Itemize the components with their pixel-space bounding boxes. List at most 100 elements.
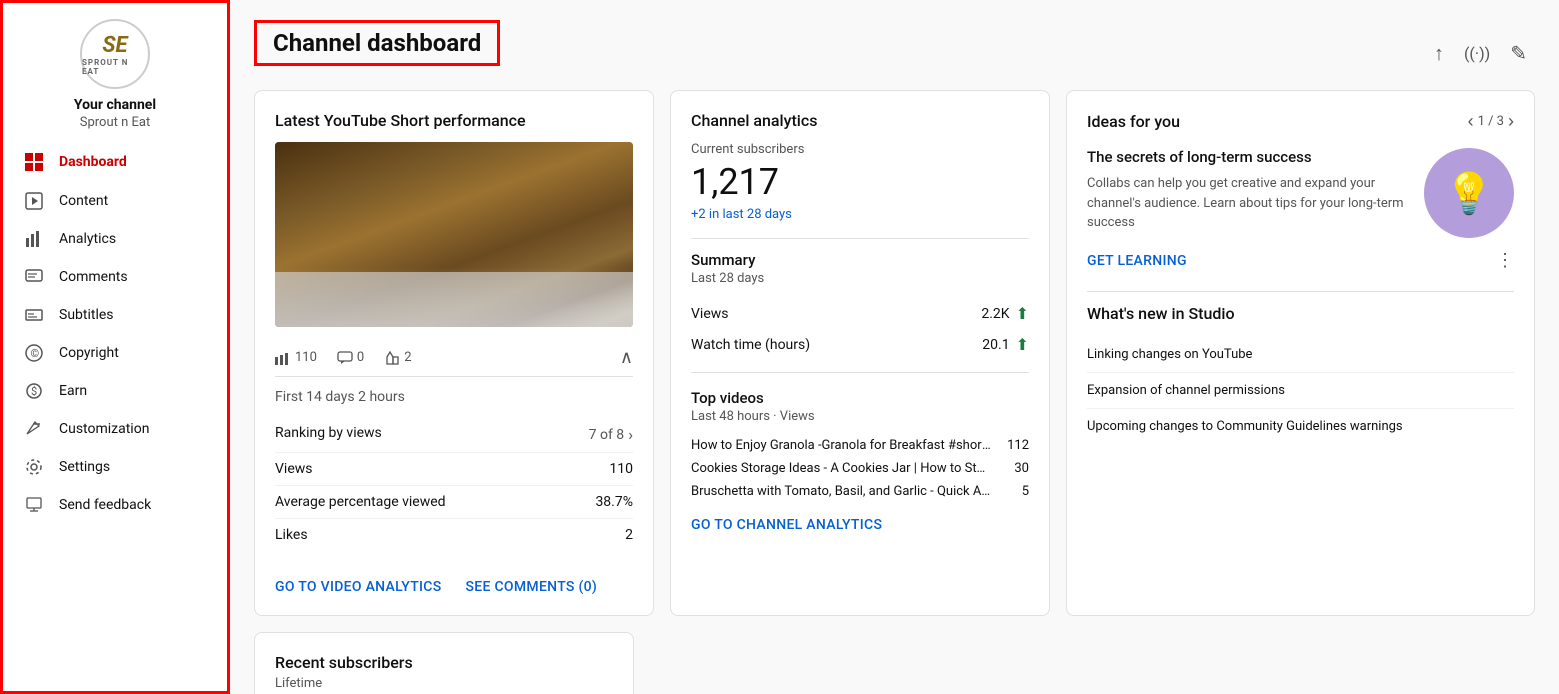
top-videos-title: Top videos	[691, 389, 1029, 407]
ranking-label: Ranking by views	[275, 425, 382, 444]
sidebar-item-label: Analytics	[59, 231, 116, 247]
idea-subtitle: The secrets of long-term success	[1087, 148, 1408, 166]
views-count: 110	[295, 350, 317, 365]
go-video-analytics-btn[interactable]: GO TO VIDEO ANALYTICS	[275, 579, 442, 595]
sidebar-item-analytics[interactable]: Analytics	[3, 220, 227, 258]
analytics-views-label: Views	[691, 306, 729, 322]
top-videos-period: Last 48 hours · Views	[691, 409, 1029, 424]
earn-icon: $	[23, 382, 45, 400]
top-video-views-1: 112	[999, 438, 1029, 453]
ideas-prev-btn[interactable]: ‹	[1468, 111, 1474, 132]
comment-icon-sm	[337, 351, 353, 365]
likes-metric-label: Likes	[275, 527, 308, 543]
logo-sub-text: SPROUT N EAT	[82, 58, 148, 76]
sidebar-item-feedback[interactable]: Send feedback	[3, 486, 227, 524]
avg-pct-row: Average percentage viewed 38.7%	[275, 486, 633, 519]
top-video-title-3: Bruschetta with Tomato, Basil, and Garli…	[691, 484, 991, 499]
ranking-row: Ranking by views 7 of 8 ›	[275, 417, 633, 453]
views-up-arrow: ⬆	[1016, 304, 1029, 323]
ranking-value: 7 of 8 ›	[589, 425, 633, 444]
sidebar-item-label: Content	[59, 193, 108, 209]
get-learning-btn[interactable]: GET LEARNING	[1087, 253, 1187, 269]
analytics-watchtime-value: 20.1 ⬆	[982, 335, 1029, 354]
dashboard-icon	[23, 152, 45, 172]
like-icon-sm	[384, 351, 400, 365]
short-thumbnail	[275, 142, 633, 327]
top-video-row-2: Cookies Storage Ideas - A Cookies Jar | …	[691, 457, 1029, 480]
analytics-watchtime-label: Watch time (hours)	[691, 337, 810, 353]
channel-logo: SE SPROUT N EAT	[80, 19, 150, 89]
bulb-icon: 💡	[1444, 170, 1494, 217]
news-item-1[interactable]: Linking changes on YouTube	[1087, 337, 1514, 373]
top-video-views-2: 30	[999, 461, 1029, 476]
svg-text:©: ©	[31, 347, 40, 360]
avg-pct-label: Average percentage viewed	[275, 494, 446, 510]
sidebar: SE SPROUT N EAT Your channel Sprout n Ea…	[0, 0, 230, 694]
ideas-card: Ideas for you ‹ 1 / 3 › The secrets of l…	[1066, 90, 1535, 616]
page-title: Channel dashboard	[273, 29, 481, 57]
likes-row: Likes 2	[275, 519, 633, 551]
sidebar-item-label: Customization	[59, 421, 149, 437]
short-card-title: Latest YouTube Short performance	[275, 111, 633, 130]
sidebar-item-comments[interactable]: Comments	[3, 258, 227, 296]
idea-section: The secrets of long-term success Collabs…	[1087, 148, 1514, 271]
channel-handle: Sprout n Eat	[80, 115, 150, 130]
sidebar-item-label: Copyright	[59, 345, 119, 361]
more-options-icon[interactable]: ⋮	[1496, 250, 1514, 271]
ideas-header: Ideas for you ‹ 1 / 3 ›	[1087, 111, 1514, 132]
sidebar-item-copyright[interactable]: © Copyright	[3, 334, 227, 372]
ideas-next-btn[interactable]: ›	[1508, 111, 1514, 132]
feedback-icon	[23, 496, 45, 514]
channel-analytics-card: Channel analytics Current subscribers 1,…	[670, 90, 1050, 616]
page-title-wrapper: Channel dashboard	[254, 20, 500, 66]
ideas-pagination: ‹ 1 / 3 ›	[1468, 111, 1514, 132]
main-content: Channel dashboard ↑ ((·)) ✎ Latest YouTu…	[230, 0, 1559, 694]
whats-new-title: What's new in Studio	[1087, 304, 1514, 323]
sidebar-item-label: Settings	[59, 459, 110, 475]
views-bar-icon	[275, 351, 291, 365]
upload-icon[interactable]: ↑	[1434, 41, 1444, 66]
sidebar-item-label: Dashboard	[59, 154, 127, 170]
top-video-title-1: How to Enjoy Granola -Granola for Breakf…	[691, 438, 991, 453]
sidebar-item-earn[interactable]: $ Earn	[3, 372, 227, 410]
copyright-icon: ©	[23, 344, 45, 362]
short-stats: 110 0 2 ∧	[275, 339, 633, 377]
analytics-card-title: Channel analytics	[691, 111, 1029, 130]
divider-1	[691, 238, 1029, 239]
sidebar-item-settings[interactable]: Settings	[3, 448, 227, 486]
sidebar-item-subtitles[interactable]: Subtitles	[3, 296, 227, 334]
top-video-views-3: 5	[999, 484, 1029, 499]
sidebar-item-label: Send feedback	[59, 497, 151, 513]
analytics-icon	[23, 230, 45, 248]
channel-label: Your channel	[74, 97, 156, 113]
divider-2	[691, 372, 1029, 373]
short-performance-card: Latest YouTube Short performance 110 0 2	[254, 90, 654, 616]
news-item-2[interactable]: Expansion of channel permissions	[1087, 373, 1514, 409]
analytics-views-row: Views 2.2K ⬆	[691, 298, 1029, 329]
ideas-page: 1 / 3	[1478, 114, 1504, 129]
expand-icon[interactable]: ∧	[620, 347, 633, 368]
sidebar-item-content[interactable]: Content	[3, 182, 227, 220]
news-item-3[interactable]: Upcoming changes to Community Guidelines…	[1087, 409, 1514, 444]
sidebar-item-label: Subtitles	[59, 307, 114, 323]
short-period: First 14 days 2 hours	[275, 389, 633, 405]
idea-desc: Collabs can help you get creative and ex…	[1087, 174, 1408, 233]
summary-period: Last 28 days	[691, 271, 1029, 286]
recent-subs-title: Recent subscribers	[275, 653, 613, 672]
subscribers-change: +2 in last 28 days	[691, 207, 1029, 222]
summary-title: Summary	[691, 251, 1029, 269]
sidebar-item-dashboard[interactable]: Dashboard	[3, 142, 227, 182]
edit-icon[interactable]: ✎	[1510, 41, 1527, 65]
idea-illustration: 💡	[1424, 148, 1514, 238]
ranking-chevron[interactable]: ›	[628, 425, 633, 444]
customization-icon	[23, 420, 45, 438]
live-icon[interactable]: ((·))	[1464, 44, 1490, 63]
see-comments-btn[interactable]: SEE COMMENTS (0)	[466, 579, 598, 595]
sidebar-item-label: Earn	[59, 383, 87, 399]
comments-count: 0	[357, 350, 364, 365]
sidebar-item-customization[interactable]: Customization	[3, 410, 227, 448]
views-metric-label: Views	[275, 461, 313, 477]
go-channel-analytics-btn[interactable]: GO TO CHANNEL ANALYTICS	[691, 517, 882, 533]
recent-subs-period: Lifetime	[275, 676, 613, 691]
settings-icon	[23, 458, 45, 476]
